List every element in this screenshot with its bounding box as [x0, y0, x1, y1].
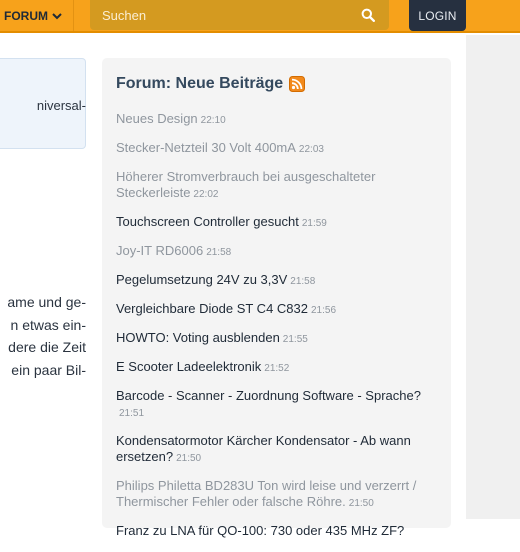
post-title: Franz zu LNA für QO-100: 730 oder 435 MH… — [116, 523, 405, 538]
right-sidebar-background — [466, 35, 520, 519]
post-title: Barcode - Scanner - Zuordnung Software -… — [116, 388, 421, 403]
post-list: Neues Design 22:10 Stecker-Netzteil 30 Vol… — [116, 111, 446, 552]
post-link[interactable]: Pegelumsetzung 24V zu 3,3V 21:58 — [116, 272, 446, 290]
post-time: 21:50 — [348, 498, 374, 509]
search-box — [90, 0, 389, 30]
post-time: 21:58 — [206, 247, 232, 258]
info-box-text: niversal- — [36, 98, 86, 113]
top-navigation-bar: FORUM LOGIN — [0, 0, 520, 33]
chevron-down-icon — [52, 12, 62, 19]
article-line: ame und ge- — [7, 294, 86, 310]
post-link[interactable]: Franz zu LNA für QO-100: 730 oder 435 MH… — [116, 523, 446, 541]
post-time: 21:56 — [311, 305, 337, 316]
panel-title-text: Forum: Neue Beiträge — [116, 75, 284, 92]
post-link[interactable]: Vergleichbare Diode ST C4 C832 21:56 — [116, 301, 446, 319]
post-title: Stecker-Netzteil 30 Volt 400mA — [116, 140, 296, 155]
post-time: 21:52 — [264, 363, 290, 374]
forum-menu-button[interactable]: FORUM — [0, 0, 74, 31]
post-link[interactable]: Touchscreen Controller gesucht 21:59 — [116, 214, 446, 232]
post-time: 21:51 — [119, 408, 145, 419]
post-title: Joy-IT RD6006 — [116, 243, 204, 258]
post-title: Touchscreen Controller gesucht — [116, 214, 299, 229]
post-link[interactable]: Philips Philetta BD283U Ton wird leise u… — [116, 478, 446, 512]
article-line: dere die Zeit — [8, 339, 86, 355]
post-link[interactable]: Höherer Stromverbrauch bei ausgeschaltet… — [116, 169, 446, 203]
panel-title: Forum: Neue Beiträge — [116, 75, 306, 93]
post-link[interactable]: E Scooter Ladeelektronik 21:52 — [116, 359, 446, 377]
post-title: Pegelumsetzung 24V zu 3,3V — [116, 272, 288, 287]
post-time: 21:59 — [301, 218, 327, 229]
rss-icon[interactable] — [289, 76, 306, 92]
post-title: Kondensatormotor Kärcher Kondensator - A… — [116, 433, 411, 464]
post-time: 21:55 — [282, 334, 308, 345]
login-button[interactable]: LOGIN — [409, 0, 466, 31]
forum-menu-label: FORUM — [4, 8, 48, 23]
post-time: 22:03 — [298, 144, 324, 155]
post-link[interactable]: Barcode - Scanner - Zuordnung Software -… — [116, 388, 446, 422]
search-input[interactable] — [90, 0, 350, 30]
post-time: 22:02 — [193, 189, 219, 200]
post-time: 21:50 — [176, 453, 202, 464]
post-title: HOWTO: Voting ausblenden — [116, 330, 280, 345]
post-title: Höherer Stromverbrauch bei ausgeschaltet… — [116, 169, 376, 200]
post-link[interactable]: Kondensatormotor Kärcher Kondensator - A… — [116, 433, 446, 467]
article-text: ame und ge- n etwas ein- dere die Zeit e… — [0, 291, 86, 381]
post-link[interactable]: HOWTO: Voting ausblenden 21:55 — [116, 330, 446, 348]
post-title: E Scooter Ladeelektronik — [116, 359, 262, 374]
search-icon[interactable] — [361, 8, 375, 22]
post-title: Vergleichbare Diode ST C4 C832 — [116, 301, 308, 316]
post-title: Neues Design — [116, 111, 198, 126]
post-time: 21:58 — [290, 276, 316, 287]
article-line: n etwas ein- — [10, 316, 86, 333]
post-link[interactable]: Stecker-Netzteil 30 Volt 400mA 22:03 — [116, 140, 446, 158]
article-line: ein paar Bil- — [11, 361, 86, 378]
post-time: 22:10 — [200, 115, 226, 126]
post-link[interactable]: Joy-IT RD6006 21:58 — [116, 243, 446, 261]
post-link[interactable]: Neues Design 22:10 — [116, 111, 446, 129]
new-posts-panel: Forum: Neue Beiträge Neues Design 22:10 St… — [102, 58, 451, 538]
